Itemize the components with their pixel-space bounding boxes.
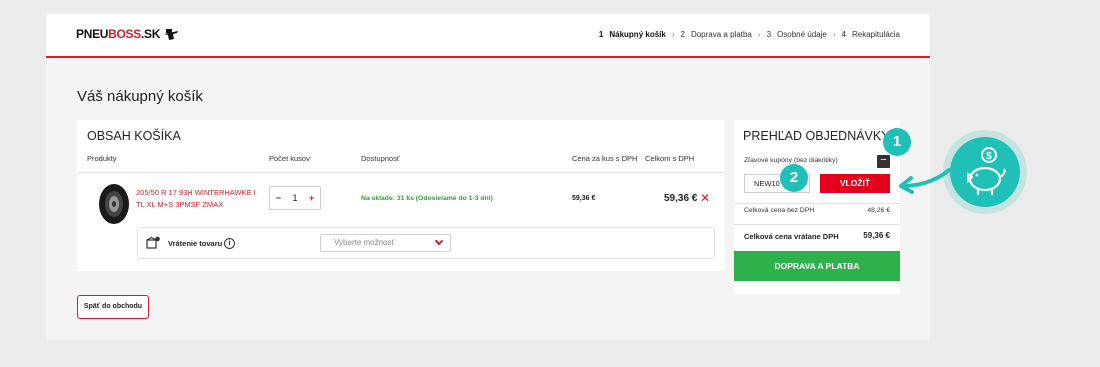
column-unit-price: Cena za kus s DPH — [572, 154, 638, 163]
product-name-link[interactable]: 205/50 R 17 93H WINTERHAWKE I TL XL M+S … — [136, 187, 258, 211]
column-products: Produkty — [87, 154, 117, 163]
returns-box: Vrátenie tovaru i Vyberte možnosť — [137, 227, 715, 259]
divider — [77, 172, 725, 173]
availability-text: Na sklade: 31 ks (Odosielame do 1-3 dní) — [361, 195, 493, 202]
page-title: Váš nákupný košík — [77, 88, 203, 105]
column-total: Celkom s DPH — [645, 154, 695, 163]
minus-icon[interactable]: − — [276, 193, 281, 203]
boss-hat-icon — [164, 29, 179, 40]
quantity-value[interactable]: 1 — [292, 193, 297, 203]
pneuboss-logo[interactable]: PNEU BOSS .SK — [76, 27, 180, 41]
returns-select[interactable]: Vyberte možnosť — [320, 234, 451, 252]
chevron-right-icon: › — [757, 30, 761, 39]
subtotal-label: Celková cena bez DPH — [744, 207, 815, 214]
apply-coupon-button[interactable]: VLOŽIŤ — [820, 174, 890, 193]
piggy-bank-icon: $ — [967, 147, 1006, 196]
divider — [734, 224, 900, 225]
piggy-bank-badge: $ — [943, 130, 1027, 214]
site-header: PNEU BOSS .SK 1 Nákupný košík › 2 Doprava a … — [46, 14, 930, 58]
package-return-icon — [146, 236, 160, 249]
plus-icon[interactable]: + — [309, 193, 314, 203]
chevron-right-icon: › — [832, 30, 836, 39]
total-value: 59,36 € — [863, 231, 890, 240]
info-icon[interactable]: i — [224, 238, 235, 249]
remove-item-icon[interactable]: ✕ — [700, 191, 710, 205]
step-badge-2: 2 — [780, 164, 808, 192]
line-total: 59,36 € — [664, 193, 698, 204]
collapse-coupon-button[interactable]: − — [877, 155, 890, 168]
column-availability: Dostupnosť — [361, 154, 400, 163]
divider — [734, 203, 900, 204]
subtotal-value: 48,26 € — [867, 207, 890, 214]
chevron-down-icon — [434, 236, 444, 246]
order-summary-panel: PREHĽAD OBJEDNÁVKY Zľavové kupóny (bez d… — [734, 120, 900, 294]
step-cart[interactable]: 1 Nákupný košík — [599, 30, 666, 39]
cart-title: OBSAH KOŠÍKA — [87, 129, 181, 143]
total-label: Celková cena vrátane DPH — [744, 232, 839, 241]
step-summary[interactable]: 4 Rekapitulácia — [842, 30, 900, 39]
step-badge-1: 1 — [883, 128, 911, 156]
column-quantity: Počet kusov — [269, 154, 310, 163]
tire-image[interactable] — [97, 182, 131, 226]
cart-panel: OBSAH KOŠÍKA Produkty Počet kusov Dostup… — [77, 120, 725, 271]
coupon-label: Zľavové kupóny (bez diakritiky) — [744, 157, 838, 164]
unit-price: 59,36 € — [572, 195, 596, 202]
chevron-right-icon: › — [671, 30, 675, 39]
step-personal[interactable]: 3 Osobné údaje — [767, 30, 827, 39]
svg-text:$: $ — [986, 151, 992, 162]
quantity-stepper: − 1 + — [269, 186, 321, 210]
shipping-payment-button[interactable]: DOPRAVA A PLATBA — [734, 251, 900, 281]
step-shipping[interactable]: 2 Doprava a platba — [681, 30, 752, 39]
checkout-steps: 1 Nákupný košík › 2 Doprava a platba › 3 Os… — [599, 30, 900, 39]
returns-label: Vrátenie tovaru — [168, 239, 223, 248]
summary-title: PREHĽAD OBJEDNÁVKY — [743, 129, 890, 143]
back-to-shop-button[interactable]: Späť do obchodu — [77, 295, 149, 319]
